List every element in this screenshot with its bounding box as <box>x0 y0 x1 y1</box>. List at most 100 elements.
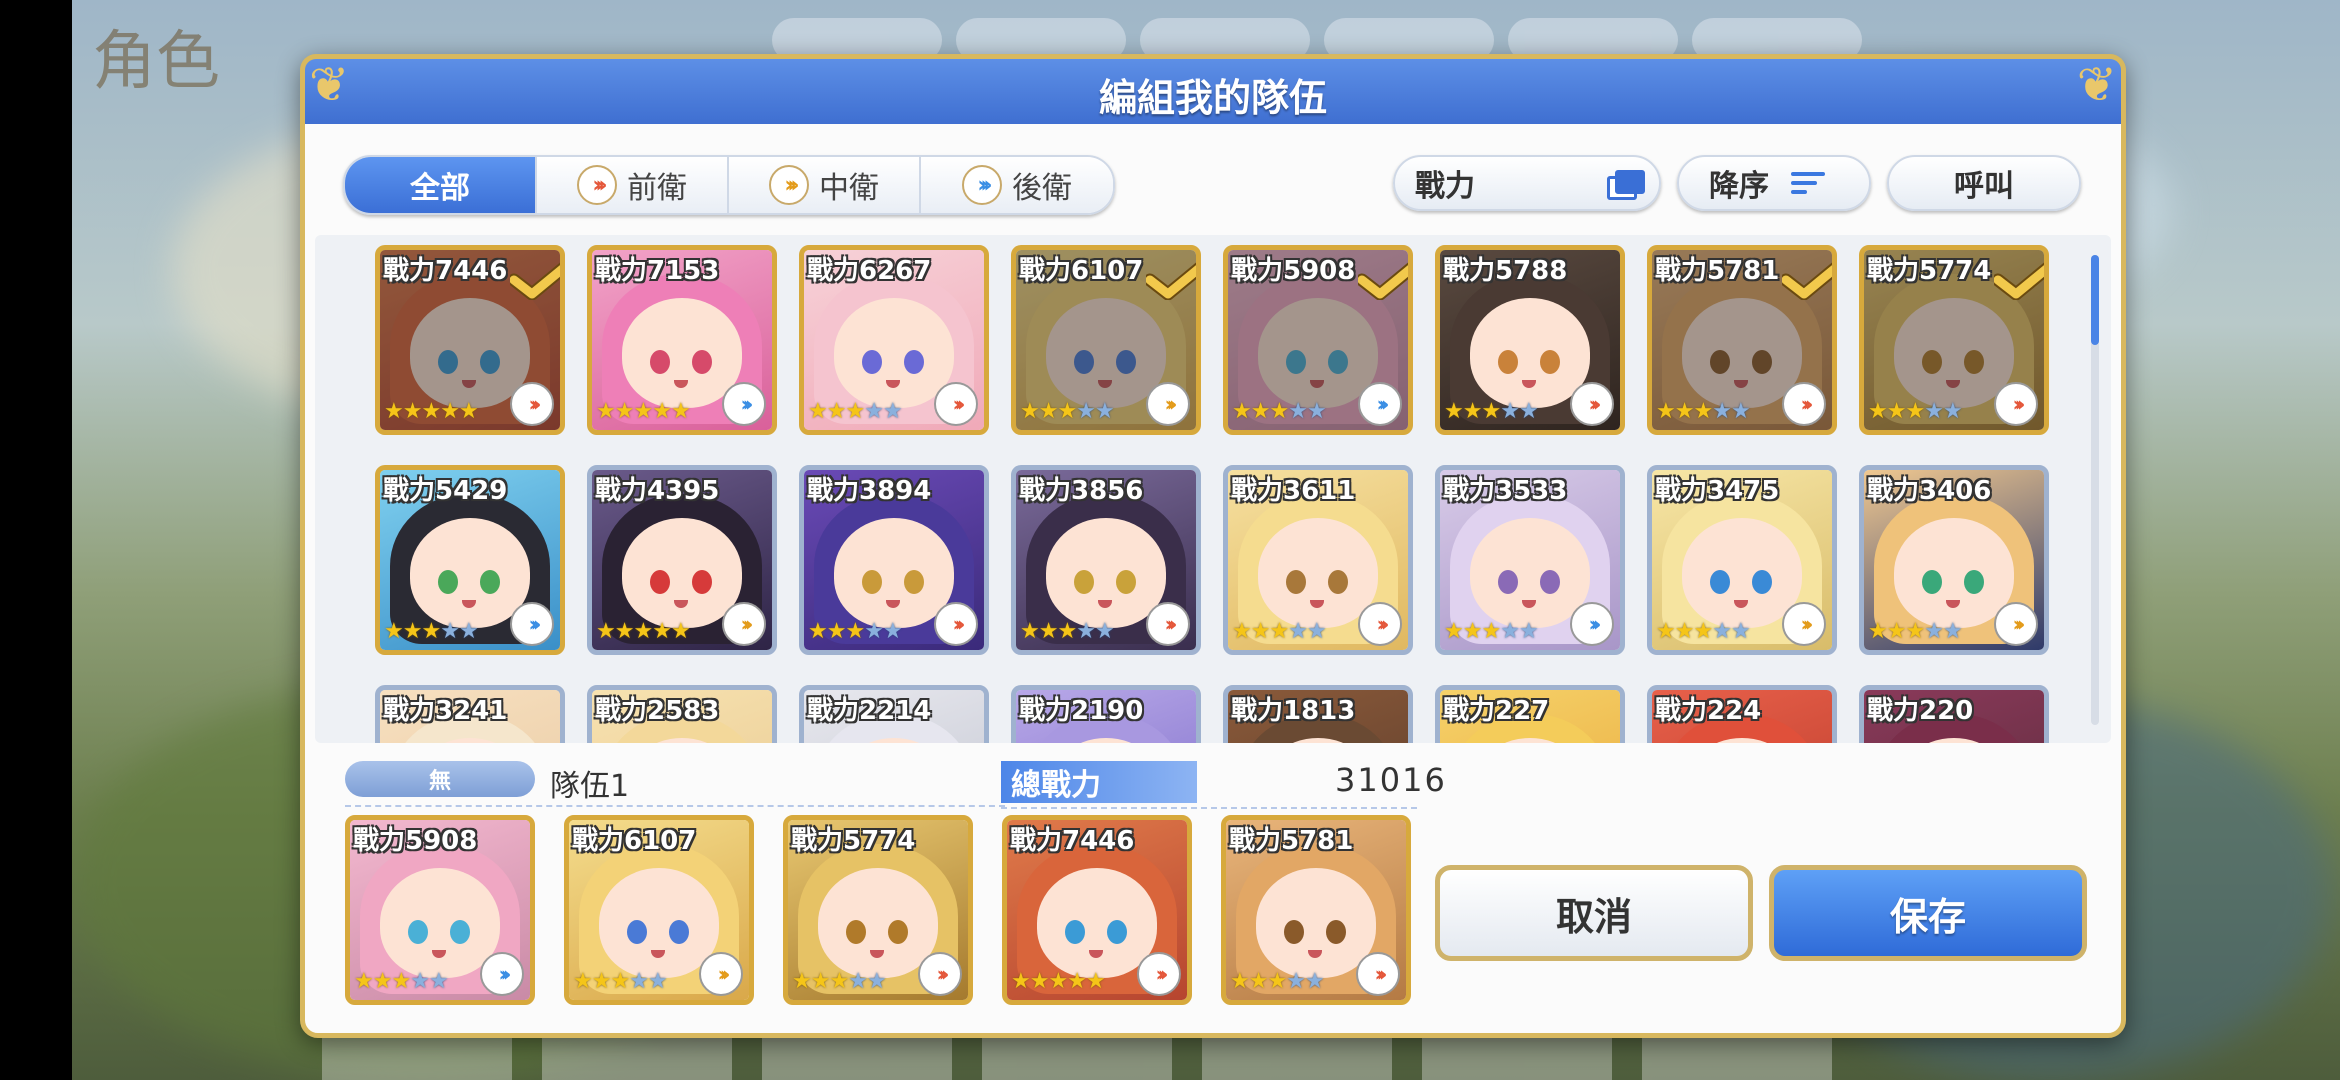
star-empty-icon: ★ <box>1094 619 1115 644</box>
star-empty-icon: ★ <box>1518 399 1539 424</box>
character-eye <box>692 570 712 594</box>
call-button[interactable]: 呼叫 <box>1887 155 2081 211</box>
character-card[interactable]: 戰力2214★★★★★››› <box>799 685 989 743</box>
character-eye <box>1710 350 1730 374</box>
character-eye <box>1922 350 1942 374</box>
character-power: 戰力220 <box>1867 696 1974 726</box>
character-card[interactable]: 戰力7446 ★★★★★ ››› <box>375 245 565 435</box>
character-card[interactable]: 戰力224★★★★★››› <box>1647 685 1837 743</box>
sort-key-button[interactable]: 戰力 <box>1393 155 1661 211</box>
character-card[interactable]: 戰力5781 ★★★★★ ››› <box>1647 245 1837 435</box>
character-power: 戰力3241 <box>383 696 508 726</box>
star-empty-icon: ★ <box>1286 969 1306 994</box>
tab-back[interactable]: ››› 後衛 <box>921 157 1113 213</box>
star-rating: ★★★★★ <box>1020 399 1115 424</box>
character-card[interactable]: 戰力7153 ★★★★★ ››› <box>587 245 777 435</box>
character-power: 戰力2190 <box>1019 696 1144 726</box>
character-card[interactable]: 戰力3475 ★★★★★ ››› <box>1647 465 1837 655</box>
character-card[interactable]: 戰力5429 ★★★★★ ››› <box>375 465 565 655</box>
cancel-button[interactable]: 取消 <box>1435 865 1753 961</box>
star-filled-icon: ★ <box>808 619 828 644</box>
character-eye <box>692 350 712 374</box>
star-empty-icon: ★ <box>1924 399 1944 424</box>
character-card[interactable]: 戰力1813★★★★★››› <box>1223 685 1413 743</box>
star-empty-icon: ★ <box>647 969 668 994</box>
save-button[interactable]: 保存 <box>1769 865 2087 961</box>
role-back-icon: ››› <box>480 952 524 996</box>
grid-scrollbar[interactable] <box>2091 255 2099 725</box>
character-card[interactable]: 戰力227★★★★★››› <box>1435 685 1625 743</box>
character-card[interactable]: 戰力3406 ★★★★★ ››› <box>1859 465 2049 655</box>
tab-all[interactable]: 全部 <box>345 157 537 213</box>
star-filled-icon: ★ <box>1250 619 1271 644</box>
star-empty-icon: ★ <box>1942 619 1963 644</box>
character-card[interactable]: 戰力3856 ★★★★★ ››› <box>1011 465 1201 655</box>
character-mouth <box>1946 380 1960 388</box>
character-eye <box>862 350 882 374</box>
team-member-card[interactable]: 戰力7446 ★★★★★ ››› <box>1002 815 1192 1005</box>
role-back-icon: ››› <box>510 602 554 646</box>
star-empty-icon: ★ <box>440 619 460 644</box>
sort-order-button[interactable]: 降序 <box>1677 155 1871 211</box>
star-filled-icon: ★ <box>1462 399 1483 424</box>
character-eye <box>1752 570 1772 594</box>
character-card[interactable]: 戰力5908 ★★★★★ ››› <box>1223 245 1413 435</box>
star-filled-icon: ★ <box>614 399 635 424</box>
character-eye <box>1328 350 1348 374</box>
front-role-icon: ››› <box>577 165 617 205</box>
star-filled-icon: ★ <box>810 969 831 994</box>
role-back-icon: ››› <box>722 382 766 426</box>
sort-order-label: 降序 <box>1709 169 1769 204</box>
character-power: 戰力5774 <box>791 826 916 856</box>
star-empty-icon: ★ <box>882 399 903 424</box>
character-card[interactable]: 戰力6107 ★★★★★ ››› <box>1011 245 1201 435</box>
star-empty-icon: ★ <box>1304 969 1325 994</box>
character-power: 戰力224 <box>1655 696 1762 726</box>
character-eye <box>1540 350 1560 374</box>
character-card[interactable]: 戰力5774 ★★★★★ ››› <box>1859 245 2049 435</box>
star-filled-icon: ★ <box>384 619 404 644</box>
team-member-card[interactable]: 戰力6107 ★★★★★ ››› <box>564 815 754 1005</box>
star-empty-icon: ★ <box>1730 619 1751 644</box>
team-member-card[interactable]: 戰力5908 ★★★★★ ››› <box>345 815 535 1005</box>
character-face <box>818 868 938 978</box>
character-eye <box>650 350 670 374</box>
team-member-card[interactable]: 戰力5774 ★★★★★ ››› <box>783 815 973 1005</box>
character-card[interactable]: 戰力220★★★★★››› <box>1859 685 2049 743</box>
character-eye <box>1710 570 1730 594</box>
character-card[interactable]: 戰力2190★★★★★››› <box>1011 685 1201 743</box>
team-member-card[interactable]: 戰力5781 ★★★★★ ››› <box>1221 815 1411 1005</box>
star-rating: ★★★★★ <box>573 969 668 994</box>
character-card[interactable]: 戰力6267 ★★★★★ ››› <box>799 245 989 435</box>
character-power: 戰力5781 <box>1655 256 1780 286</box>
grid-scrollbar-thumb[interactable] <box>2091 255 2099 345</box>
character-card[interactable]: 戰力4395 ★★★★★ ››› <box>587 465 777 655</box>
role-mid-icon: ››› <box>699 952 743 996</box>
character-card[interactable]: 戰力3611 ★★★★★ ››› <box>1223 465 1413 655</box>
tab-front[interactable]: ››› 前衛 <box>537 157 729 213</box>
character-face <box>1470 518 1590 628</box>
team-name: 隊伍1 <box>550 769 630 804</box>
role-mid-icon: ››› <box>1782 602 1826 646</box>
star-filled-icon: ★ <box>1067 969 1087 994</box>
star-filled-icon: ★ <box>1693 399 1713 424</box>
star-filled-icon: ★ <box>1674 399 1695 424</box>
character-face <box>1470 298 1590 408</box>
character-grid: 戰力7446 ★★★★★ ››› 戰力7153 ★★★★★ ››› 戰力6267 ★★★★★ ›… <box>315 235 2111 743</box>
role-mid-icon: ››› <box>1994 602 2038 646</box>
back-role-icon: ››› <box>962 165 1002 205</box>
star-empty-icon: ★ <box>1076 619 1096 644</box>
character-power: 戰力7446 <box>1010 826 1135 856</box>
character-face <box>1258 518 1378 628</box>
character-eye <box>1074 350 1094 374</box>
star-rating: ★★★★★ <box>808 619 903 644</box>
character-card[interactable]: 戰力2583★★★★★››› <box>587 685 777 743</box>
character-card[interactable]: 戰力3241★★★★★››› <box>375 685 565 743</box>
tab-mid[interactable]: ››› 中衛 <box>729 157 921 213</box>
character-power: 戰力3533 <box>1443 476 1568 506</box>
character-card[interactable]: 戰力5788 ★★★★★ ››› <box>1435 245 1625 435</box>
star-filled-icon: ★ <box>384 399 404 424</box>
role-front-icon: ››› <box>1358 602 1402 646</box>
character-card[interactable]: 戰力3533 ★★★★★ ››› <box>1435 465 1625 655</box>
character-card[interactable]: 戰力3894 ★★★★★ ››› <box>799 465 989 655</box>
